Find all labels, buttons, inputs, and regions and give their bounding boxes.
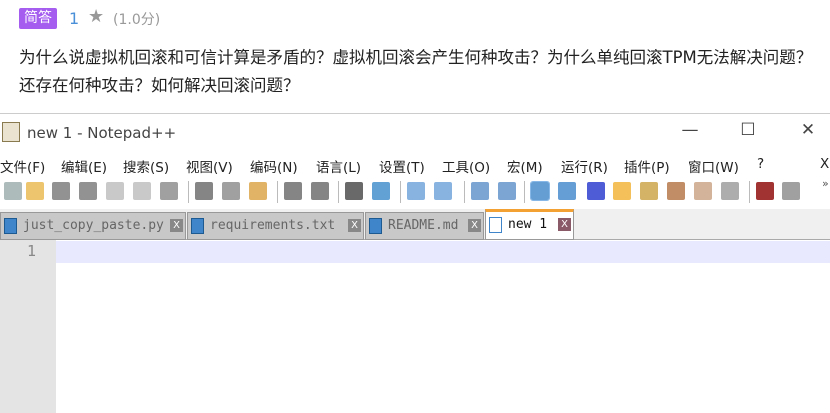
find-icon[interactable] [345,182,363,200]
folder-workspace-icon[interactable] [694,182,712,200]
window-title: new 1 - Notepad++ [27,124,177,142]
notepad-app-icon [2,122,20,142]
file-icon [369,218,382,234]
user-defined-language-icon[interactable] [613,182,631,200]
paste-icon[interactable] [249,182,267,200]
close-icon[interactable] [106,182,124,200]
replace-icon[interactable] [372,182,390,200]
toolbar-separator [400,181,401,203]
stop-recording-icon[interactable] [782,182,800,200]
tab-close-icon[interactable]: X [170,219,183,232]
toolbar-separator [277,181,278,203]
tab-label: requirements.txt [210,218,336,233]
word-wrap-icon[interactable] [530,181,550,201]
close-all-icon[interactable] [133,182,151,200]
maximize-button[interactable]: ☐ [733,120,763,140]
title-bar: new 1 - Notepad++ — ☐ ✕ [0,114,830,152]
save-all-icon[interactable] [79,182,97,200]
question-area: 简答 1 ★ (1.0分) 为什么说虚拟机回滚和可信计算是矛盾的？虚拟机回滚会产… [0,0,830,113]
tab-close-icon[interactable]: X [348,219,361,232]
menu-window[interactable]: 窗口(W) [688,156,739,176]
question-score: (1.0分) [113,12,161,28]
tab-label: just_copy_paste.py [23,218,164,233]
close-button[interactable]: ✕ [793,120,823,140]
question-number: 1 [69,9,80,28]
line-number: 1 [27,242,37,260]
tab-bar: just_copy_paste.py X requirements.txt X RE… [0,209,830,240]
monitoring-icon[interactable] [721,182,739,200]
show-all-chars-icon[interactable] [558,182,576,200]
line-number-gutter: 1 [0,240,56,413]
zoom-in-icon[interactable] [407,182,425,200]
menu-encoding[interactable]: 编码(N) [250,156,298,176]
indent-guide-icon[interactable] [587,182,605,200]
toolbar-separator [749,181,750,203]
overflow-icon[interactable]: » [822,177,830,195]
tab-new-1[interactable]: new 1 X [485,209,574,240]
star-icon[interactable]: ★ [88,6,104,27]
minimize-button[interactable]: — [675,120,705,140]
notepad-window: new 1 - Notepad++ — ☐ ✕ 文件(F) 编辑(E) 搜索(S… [0,113,830,413]
file-icon [4,218,17,234]
toolbar-separator [188,181,189,203]
editor-current-line[interactable] [56,241,830,263]
file-icon [191,218,204,234]
menu-help[interactable]: ? [757,156,764,172]
record-macro-icon[interactable] [756,182,774,200]
zoom-out-icon[interactable] [434,182,452,200]
tab-close-icon[interactable]: X [558,218,571,231]
undo-icon[interactable] [284,182,302,200]
tab-requirements[interactable]: requirements.txt X [187,212,364,240]
sync-vertical-icon[interactable] [471,182,489,200]
tab-readme[interactable]: README.md X [365,212,484,240]
cut-icon[interactable] [195,182,213,200]
document-map-icon[interactable] [640,182,658,200]
menu-bar: 文件(F) 编辑(E) 搜索(S) 视图(V) 编码(N) 语言(L) 设置(T… [0,154,830,176]
tab-just-copy-paste[interactable]: just_copy_paste.py X [0,212,186,240]
copy-icon[interactable] [222,182,240,200]
menu-search[interactable]: 搜索(S) [123,156,169,176]
save-icon[interactable] [52,182,70,200]
toolbar: » [0,177,830,207]
toolbar-separator [338,181,339,203]
tab-label: new 1 [508,217,548,232]
menu-plugins[interactable]: 插件(P) [624,156,670,176]
menu-tools[interactable]: 工具(O) [442,156,490,176]
menu-edit[interactable]: 编辑(E) [61,156,107,176]
tab-label: README.md [388,218,459,233]
menu-macro[interactable]: 宏(M) [507,156,543,176]
open-icon[interactable] [26,182,44,200]
menu-close-doc[interactable]: X [820,156,829,172]
tab-close-icon[interactable]: X [468,219,481,232]
toolbar-separator [524,181,525,203]
menu-file[interactable]: 文件(F) [0,156,45,176]
print-icon[interactable] [160,182,178,200]
redo-icon[interactable] [311,182,329,200]
function-list-icon[interactable] [667,182,685,200]
menu-run[interactable]: 运行(R) [561,156,608,176]
menu-language[interactable]: 语言(L) [316,156,361,176]
sync-horizontal-icon[interactable] [498,182,516,200]
toolbar-separator [464,181,465,203]
menu-view[interactable]: 视图(V) [186,156,233,176]
question-type-badge: 简答 [19,8,57,29]
menu-settings[interactable]: 设置(T) [379,156,425,176]
file-icon [489,217,502,233]
question-text: 为什么说虚拟机回滚和可信计算是矛盾的？虚拟机回滚会产生何种攻击？为什么单纯回滚T… [19,48,813,95]
new-file-icon[interactable] [4,182,22,200]
